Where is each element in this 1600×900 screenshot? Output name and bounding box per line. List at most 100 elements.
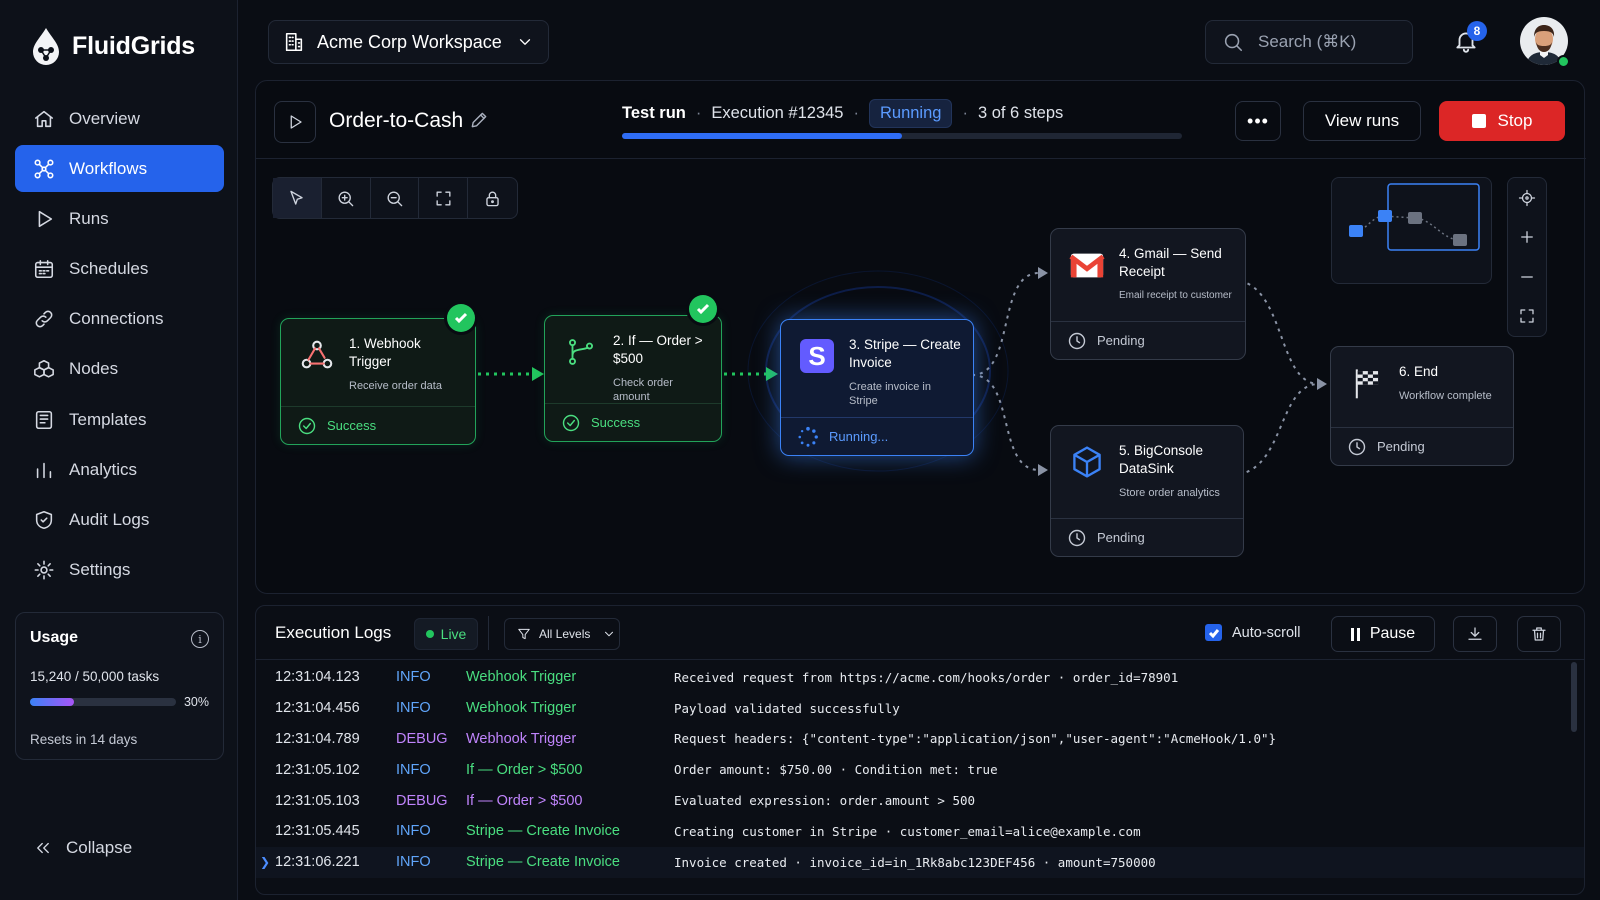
log-row[interactable]: 12:31:04.789 DEBUG Webhook Trigger Request … bbox=[256, 724, 1584, 755]
node-status: Success bbox=[545, 403, 721, 441]
autoscroll-label: Auto-scroll bbox=[1232, 624, 1301, 641]
notification-count-badge: 8 bbox=[1467, 21, 1487, 41]
execution-logs-panel: Execution Logs Live All Levels Auto-scro… bbox=[255, 605, 1585, 895]
sidebar-item-label: Nodes bbox=[69, 359, 119, 379]
minimap[interactable] bbox=[1331, 177, 1492, 284]
node-stripe-invoice[interactable]: S 3. Stripe — Create Invoice Create invo… bbox=[780, 319, 974, 456]
sidebar-item-overview[interactable]: Overview bbox=[15, 95, 224, 142]
sidebar-nav: Overview Workflows Runs Schedules Connec… bbox=[15, 95, 224, 597]
log-node: Stripe — Create Invoice bbox=[466, 823, 620, 840]
log-message: Order amount: $750.00 · Condition met: t… bbox=[674, 762, 998, 778]
workspace-selector[interactable]: Acme Corp Workspace bbox=[268, 20, 549, 64]
cube-icon bbox=[1067, 442, 1107, 482]
log-row[interactable]: ❯ 12:31:06.221 INFO Stripe — Create Invoice… bbox=[256, 846, 1584, 878]
usage-card: Usage i 15,240 / 50,000 tasks 30% Resets… bbox=[15, 612, 224, 760]
check-circle-icon bbox=[297, 416, 317, 436]
log-list: 12:31:04.123 INFO Webhook Trigger Received … bbox=[256, 662, 1584, 878]
log-level: INFO bbox=[396, 854, 431, 871]
log-message: Received request from https://acme.com/h… bbox=[674, 669, 1179, 685]
log-time: 12:31:05.103 bbox=[275, 792, 360, 809]
node-status-label: Pending bbox=[1377, 439, 1425, 454]
log-level: INFO bbox=[396, 669, 431, 686]
branch-icon bbox=[561, 332, 601, 372]
node-status-label: Running... bbox=[829, 429, 889, 444]
node-bigconsole-datasink[interactable]: 5. BigConsole DataSink Store order analy… bbox=[1050, 425, 1244, 557]
shield-icon bbox=[33, 509, 55, 531]
log-row[interactable]: 12:31:04.456 INFO Webhook Trigger Payload v… bbox=[256, 693, 1584, 724]
log-node: Webhook Trigger bbox=[466, 700, 577, 717]
log-time: 12:31:04.789 bbox=[275, 730, 360, 747]
node-gmail-receipt[interactable]: 4. Gmail — Send Receipt Email receipt to… bbox=[1050, 228, 1246, 360]
live-badge[interactable]: Live bbox=[414, 618, 478, 650]
node-subtitle: Email receipt to customer bbox=[1119, 290, 1232, 301]
clock-icon bbox=[1067, 331, 1087, 351]
node-subtitle: Store order analytics bbox=[1119, 487, 1220, 499]
minimap-graph bbox=[1349, 183, 1480, 251]
collapse-button[interactable]: Collapse bbox=[34, 838, 132, 858]
sidebar-item-label: Templates bbox=[69, 409, 147, 429]
node-status: Running... bbox=[781, 417, 973, 455]
download-icon[interactable] bbox=[1453, 616, 1497, 652]
fullscreen-icon[interactable] bbox=[1508, 297, 1546, 337]
sidebar-item-analytics[interactable]: Analytics bbox=[15, 446, 224, 493]
logs-scrollbar[interactable] bbox=[1571, 662, 1577, 732]
log-node: Webhook Trigger bbox=[466, 669, 577, 686]
log-row[interactable]: 12:31:04.123 INFO Webhook Trigger Received … bbox=[256, 662, 1584, 693]
sidebar-item-audit-logs[interactable]: Audit Logs bbox=[15, 497, 224, 544]
node-if-condition[interactable]: 2. If — Order > $500 Check order amount … bbox=[544, 315, 722, 442]
log-message: Creating customer in Stripe · customer_e… bbox=[674, 823, 1141, 839]
node-status: Pending bbox=[1331, 427, 1513, 465]
sidebar-item-runs[interactable]: Runs bbox=[15, 195, 224, 242]
log-node: If — Order > $500 bbox=[466, 761, 583, 778]
chevron-down-icon bbox=[602, 627, 616, 641]
node-title: 4. Gmail — Send Receipt bbox=[1119, 246, 1222, 279]
logo-icon bbox=[33, 28, 59, 65]
node-status-label: Pending bbox=[1097, 333, 1145, 348]
node-status-label: Success bbox=[591, 415, 641, 430]
pause-icon bbox=[1350, 627, 1360, 641]
log-row[interactable]: 12:31:05.103 DEBUG If — Order > $500 Evalua… bbox=[256, 785, 1584, 816]
usage-reset: Resets in 14 days bbox=[30, 732, 138, 747]
log-row[interactable]: 12:31:05.445 INFO Stripe — Create Invoice C… bbox=[256, 816, 1584, 847]
trash-icon[interactable] bbox=[1517, 616, 1561, 652]
sidebar-item-label: Audit Logs bbox=[69, 510, 150, 529]
sidebar-item-workflows[interactable]: Workflows bbox=[15, 145, 224, 193]
autoscroll-checkbox[interactable]: Auto-scroll bbox=[1205, 624, 1301, 641]
sidebar-item-connections[interactable]: Connections bbox=[15, 296, 224, 343]
building-icon bbox=[283, 31, 305, 53]
check-circle-icon bbox=[561, 413, 581, 433]
sidebar-item-label: Analytics bbox=[69, 459, 138, 479]
workflow-icon bbox=[33, 158, 55, 180]
node-webhook-trigger[interactable]: 1. Webhook Trigger Receive order data Su… bbox=[280, 318, 476, 445]
node-end[interactable]: 6. End Workflow complete Pending bbox=[1330, 346, 1514, 466]
locate-icon[interactable] bbox=[1508, 178, 1546, 218]
log-time: 12:31:04.456 bbox=[275, 700, 360, 717]
play-icon bbox=[33, 208, 55, 230]
usage-progress-fill bbox=[30, 698, 74, 706]
level-filter-select[interactable]: All Levels bbox=[504, 618, 620, 650]
node-subtitle: Receive order data bbox=[349, 380, 442, 392]
pause-label: Pause bbox=[1369, 625, 1416, 642]
usage-title: Usage bbox=[30, 629, 79, 646]
webhook-icon bbox=[297, 335, 337, 375]
minus-icon[interactable] bbox=[1508, 257, 1546, 297]
log-level: DEBUG bbox=[396, 792, 448, 809]
log-message: Payload validated successfully bbox=[674, 700, 900, 716]
app-name: FluidGrids bbox=[72, 31, 196, 60]
stripe-icon: S bbox=[797, 336, 837, 376]
pause-button[interactable]: Pause bbox=[1331, 616, 1435, 652]
search-input[interactable]: Search (⌘K) bbox=[1205, 20, 1413, 64]
sidebar-item-schedules[interactable]: Schedules bbox=[15, 246, 224, 293]
workflow-canvas[interactable]: Order-to-Cash Test run · Execution #1234… bbox=[255, 80, 1586, 594]
node-subtitle: Workflow complete bbox=[1399, 390, 1492, 402]
app-logo[interactable]: FluidGrids bbox=[30, 26, 195, 66]
info-icon[interactable]: i bbox=[191, 630, 209, 648]
filter-icon bbox=[517, 627, 531, 641]
sidebar-item-settings[interactable]: Settings bbox=[15, 547, 224, 594]
sidebar-item-nodes[interactable]: Nodes bbox=[15, 346, 224, 393]
canvas-view-controls bbox=[1507, 177, 1547, 337]
log-row[interactable]: 12:31:05.102 INFO If — Order > $500 Order a… bbox=[256, 754, 1584, 785]
level-filter-label: All Levels bbox=[539, 627, 591, 641]
sidebar-item-templates[interactable]: Templates bbox=[15, 396, 224, 443]
plus-icon[interactable] bbox=[1508, 218, 1546, 258]
